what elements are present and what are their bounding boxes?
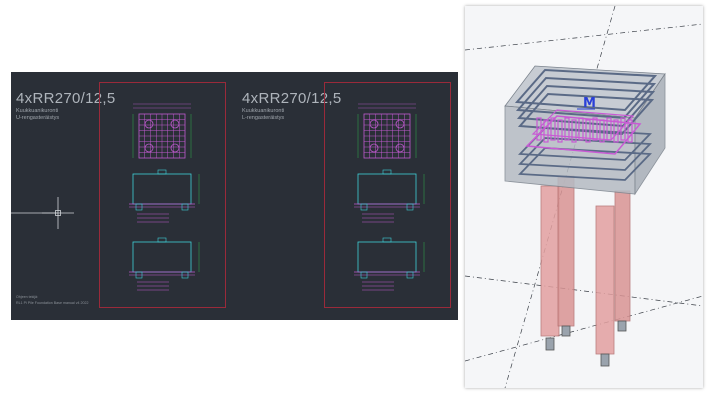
right-block-subtitle-1: Kuukkuanikuronti [242,108,285,114]
3d-model-view[interactable]: M [465,6,703,388]
drawing-sheet-left[interactable] [99,82,226,308]
credit-line-2: RL1 Pi Pile Foundation Base manual v4 20… [16,301,89,305]
credit-line-1: Ohjeen tekijä: [16,295,38,299]
3d-model-canvas: M [465,6,703,388]
crosshair-cursor [11,197,74,229]
grid-lines [465,6,703,388]
right-block-subtitle-2: L-rengasteräistys [242,115,285,121]
cad-drawing-panel: 4xRR270/12,5 Kuukkuanikuronti U-rengaste… [11,72,458,320]
left-block-subtitle-2: U-rengasteräistys [16,115,60,121]
drawing-sheet-right[interactable] [324,82,451,308]
left-block-subtitle-1: Kuukkuanikuronti [16,108,59,114]
piles [540,175,631,367]
